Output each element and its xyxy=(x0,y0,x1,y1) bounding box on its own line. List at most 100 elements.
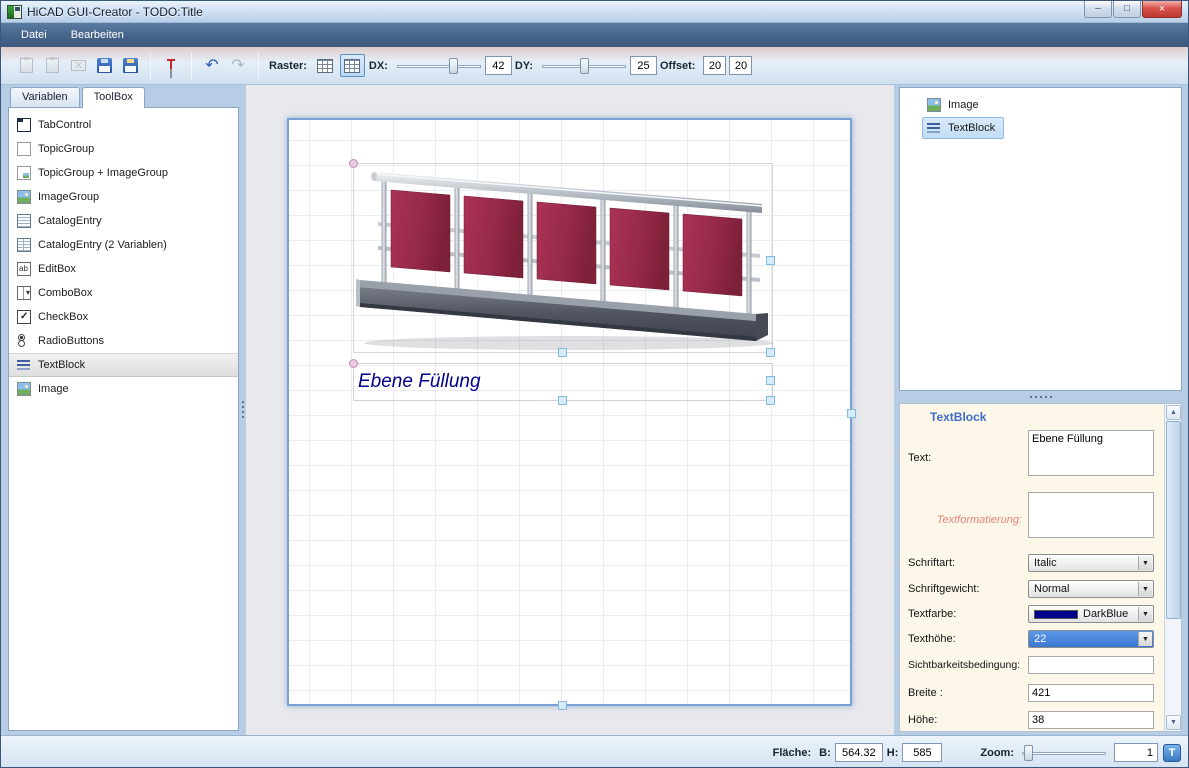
font-weight-select[interactable]: Normal ▼ xyxy=(1028,580,1154,598)
dx-label: DX: xyxy=(369,60,388,72)
area-label: Fläche: xyxy=(773,747,812,759)
scrollbar-thumb[interactable] xyxy=(1166,421,1181,619)
selection-handle[interactable] xyxy=(558,701,567,710)
dy-slider[interactable] xyxy=(542,57,626,75)
element-item-textblock[interactable]: TextBlock xyxy=(922,117,1004,139)
zoom-slider[interactable] xyxy=(1022,744,1106,762)
toolbox-item-topicgroup[interactable]: TopicGroup xyxy=(9,137,238,161)
textblock-tool-icon[interactable]: T xyxy=(1163,744,1181,762)
app-window: HiCAD GUI-Creator - TODO:Title – □ × Dat… xyxy=(0,0,1189,768)
dx-slider-thumb[interactable] xyxy=(449,58,458,74)
image-icon xyxy=(17,382,31,396)
element-item-image[interactable]: Image xyxy=(922,94,988,116)
toolbox-item-editbox[interactable]: EditBox xyxy=(9,257,238,281)
scroll-up-icon[interactable]: ▲ xyxy=(1166,405,1181,420)
save-button[interactable] xyxy=(92,54,116,78)
zoom-input[interactable] xyxy=(1114,743,1158,762)
text-color-select[interactable]: DarkBlue ▼ xyxy=(1028,605,1154,623)
toolbox-item-label: TopicGroup + ImageGroup xyxy=(38,167,168,179)
selection-handle[interactable] xyxy=(558,348,567,357)
paste-alt-button xyxy=(40,54,64,78)
save-as-button[interactable] xyxy=(118,54,142,78)
dx-slider-track[interactable] xyxy=(397,65,481,68)
font-style-label: Schriftart: xyxy=(908,557,955,569)
offset-x-input[interactable] xyxy=(703,56,726,75)
selection-handle[interactable] xyxy=(766,256,775,265)
toolbox-item-radiobuttons[interactable]: RadioButtons xyxy=(9,329,238,353)
selection-handle[interactable] xyxy=(847,409,856,418)
toolbox-item-catalogentry[interactable]: CatalogEntry xyxy=(9,209,238,233)
text-input[interactable]: Ebene Füllung xyxy=(1028,430,1154,476)
properties-panel: TextBlock Text: Ebene Füllung Textformat… xyxy=(899,403,1182,732)
selection-handle[interactable] xyxy=(766,376,775,385)
toolbox-item-label: EditBox xyxy=(38,263,76,275)
menu-bearbeiten[interactable]: Bearbeiten xyxy=(59,25,136,45)
height-input[interactable] xyxy=(1028,711,1154,729)
tab-toolbox[interactable]: ToolBox xyxy=(82,87,145,108)
toolbox-item-combobox[interactable]: ComboBox xyxy=(9,281,238,305)
toolbox-item-checkbox[interactable]: CheckBox xyxy=(9,305,238,329)
width-input[interactable] xyxy=(1028,684,1154,702)
selection-handle[interactable] xyxy=(766,396,775,405)
main-area: Variablen ToolBox TabControl TopicGroup … xyxy=(1,85,1188,735)
pin-button[interactable] xyxy=(159,54,183,78)
text-color-value: DarkBlue xyxy=(1083,608,1128,620)
raster-label: Raster: xyxy=(269,60,307,72)
chevron-down-icon[interactable]: ▼ xyxy=(1138,632,1152,646)
toolbox-item-topicgroup-imagegroup[interactable]: TopicGroup + ImageGroup xyxy=(9,161,238,185)
chevron-down-icon[interactable]: ▼ xyxy=(1138,556,1152,570)
selection-handle[interactable] xyxy=(766,348,775,357)
design-canvas[interactable]: Ebene Füllung xyxy=(287,118,852,706)
toolbox-item-image[interactable]: Image xyxy=(9,377,238,401)
image-widget[interactable] xyxy=(353,163,773,353)
dx-slider[interactable] xyxy=(397,57,481,75)
properties-scrollbar[interactable]: ▲ ▼ xyxy=(1164,404,1181,731)
undo-button[interactable]: ↶ xyxy=(200,54,224,78)
zoom-slider-thumb[interactable] xyxy=(1024,745,1033,761)
visibility-input[interactable] xyxy=(1028,656,1154,674)
text-height-label: Texthöhe: xyxy=(908,633,956,645)
mail-icon xyxy=(71,60,86,71)
chevron-down-icon[interactable]: ▼ xyxy=(1138,582,1152,596)
toolbox-item-imagegroup[interactable]: ImageGroup xyxy=(9,185,238,209)
checkbox-icon xyxy=(17,310,31,324)
maximize-button[interactable]: □ xyxy=(1113,1,1141,18)
undo-icon: ↶ xyxy=(205,58,218,74)
selection-handle[interactable] xyxy=(558,396,567,405)
toolbar-separator xyxy=(150,53,151,79)
format-input[interactable] xyxy=(1028,492,1154,538)
menu-datei[interactable]: Datei xyxy=(9,25,59,45)
zoom-slider-track[interactable] xyxy=(1022,752,1106,755)
save-icon xyxy=(97,58,112,73)
text-height-select[interactable]: 22 ▼ xyxy=(1028,630,1154,648)
font-style-select[interactable]: Italic ▼ xyxy=(1028,554,1154,572)
toolbar-separator xyxy=(258,53,259,79)
dy-label: DY: xyxy=(515,60,533,72)
grid-snap-button[interactable] xyxy=(340,54,365,77)
offset-y-input[interactable] xyxy=(729,56,752,75)
close-button[interactable]: × xyxy=(1142,1,1182,18)
toolbox-item-label: CheckBox xyxy=(38,311,88,323)
font-weight-value: Normal xyxy=(1034,583,1069,595)
right-splitter[interactable] xyxy=(899,391,1182,403)
dx-input[interactable] xyxy=(485,56,512,75)
toolbox-item-catalogentry2[interactable]: CatalogEntry (2 Variablen) xyxy=(9,233,238,257)
toolbox-panel: Variablen ToolBox TabControl TopicGroup … xyxy=(8,87,239,731)
chevron-down-icon[interactable]: ▼ xyxy=(1138,607,1152,621)
format-label: Textformatierung: xyxy=(908,514,1022,526)
minimize-button[interactable]: – xyxy=(1084,1,1112,18)
area-h-input[interactable] xyxy=(902,743,942,762)
title-bar[interactable]: HiCAD GUI-Creator - TODO:Title – □ × xyxy=(1,1,1188,23)
toolbox-item-textblock[interactable]: TextBlock xyxy=(9,353,238,377)
tab-variablen[interactable]: Variablen xyxy=(10,87,80,107)
grid-button[interactable] xyxy=(313,54,338,77)
selection-handle[interactable] xyxy=(349,359,358,368)
toolbox-item-tabcontrol[interactable]: TabControl xyxy=(9,113,238,137)
area-b-input[interactable] xyxy=(835,743,883,762)
dy-input[interactable] xyxy=(630,56,657,75)
scroll-down-icon[interactable]: ▼ xyxy=(1166,715,1181,730)
catalogentry2-icon xyxy=(17,238,31,252)
left-splitter[interactable] xyxy=(239,87,246,731)
selection-handle[interactable] xyxy=(349,159,358,168)
dy-slider-thumb[interactable] xyxy=(580,58,589,74)
